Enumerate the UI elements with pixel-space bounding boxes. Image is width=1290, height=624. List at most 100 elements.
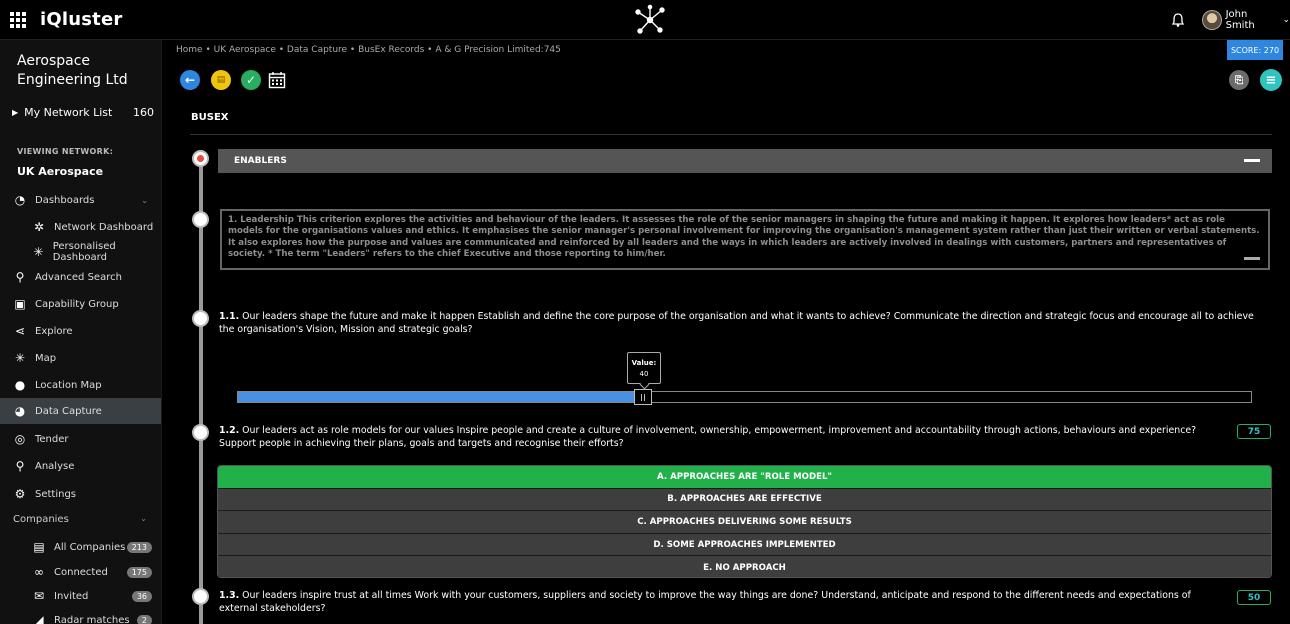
timeline-node (192, 310, 209, 327)
save-icon: ▤ (216, 75, 226, 85)
sidebar: Aerospace Engineering Ltd ▶ My Network L… (0, 40, 162, 624)
my-network-label: My Network List (24, 105, 113, 119)
sidebar-item-label: Data Capture (35, 405, 102, 417)
option-b[interactable]: B. APPROACHES ARE EFFECTIVE (218, 488, 1271, 512)
score-slider[interactable] (237, 389, 1252, 405)
map-icon: ✳ (14, 351, 26, 365)
question-score[interactable]: 50 (1237, 590, 1271, 605)
sidebar-item-tender[interactable]: ◎ Tender (0, 426, 161, 452)
sidebar-item-radar-matches[interactable]: ◢ Radar matches 2 (0, 607, 161, 624)
slider-handle[interactable] (634, 389, 653, 405)
calendar-icon[interactable] (268, 70, 286, 90)
page-title: BUSEX (191, 112, 229, 123)
criterion-text: 1. Leadership This criterion explores th… (228, 215, 1260, 260)
question-text: Our leaders act as role models for our v… (219, 425, 1197, 449)
question-text: Our leaders inspire trust at all times W… (219, 590, 1191, 614)
sidebar-item-label: Personalised Dashboard (52, 241, 116, 263)
save-button[interactable]: ▤ (211, 70, 231, 90)
collapse-icon[interactable] (1244, 159, 1260, 162)
breadcrumb[interactable]: Home • UK Aerospace • Data Capture • Bus… (176, 45, 561, 55)
my-network-count: 160 (133, 105, 154, 119)
sidebar-item-label: Map (35, 352, 57, 364)
companies-section-header[interactable]: Companies ⌄ (13, 514, 153, 525)
sidebar-item-label: Analyse (35, 460, 75, 472)
sidebar-item-all-companies[interactable]: ▤ All Companies 213 (0, 534, 161, 560)
question-number: 1.3. (219, 590, 240, 601)
sidebar-item-dashboards[interactable]: ◔ Dashboards ⌄ (0, 187, 161, 213)
sidebar-item-label: Capability Group (35, 298, 119, 310)
apps-grid-icon[interactable] (10, 12, 26, 28)
chevron-down-icon: ⌄ (140, 514, 147, 523)
sidebar-item-personalised-dashboard[interactable]: ✳ Personalised Dashboard (0, 239, 161, 265)
check-icon: ✓ (245, 73, 257, 87)
user-name: John Smith (1225, 9, 1255, 31)
timeline-node (192, 588, 209, 605)
criterion-description: 1. Leadership This criterion explores th… (220, 209, 1270, 270)
network-logo-icon (635, 4, 665, 34)
sidebar-item-label: Invited (54, 590, 89, 602)
section-header-enablers[interactable]: ENABLERS (218, 149, 1272, 173)
timeline-node (192, 211, 209, 228)
link-icon: ∞ (34, 565, 44, 579)
my-network-list[interactable]: ▶ My Network List 160 (12, 104, 154, 120)
location-pin-icon: ● (14, 378, 26, 392)
question-1-3: 1.3. Our leaders inspire trust at all ti… (219, 589, 1231, 615)
sidebar-item-label: Explore (35, 325, 73, 337)
organisation-name: Aerospace Engineering Ltd (17, 53, 128, 88)
timeline-node (192, 424, 209, 441)
capability-group-icon: ▣ (14, 297, 26, 311)
sidebar-item-map[interactable]: ✳ Map (0, 345, 161, 371)
gauge-icon: ◔ (14, 193, 26, 207)
export-button[interactable]: ⎘ (1229, 70, 1249, 90)
sidebar-item-label: Dashboards (35, 194, 95, 206)
count-badge: 36 (131, 590, 152, 602)
question-number: 1.2. (219, 425, 240, 436)
sidebar-item-explore[interactable]: ⋖ Explore (0, 318, 161, 344)
companies-icon: ▤ (33, 540, 45, 554)
sidebar-item-label: Advanced Search (35, 271, 122, 283)
sidebar-item-invited[interactable]: ✉ Invited 36 (0, 583, 161, 609)
sidebar-item-label: Location Map (35, 379, 102, 391)
companies-label: Companies (13, 514, 69, 525)
hamburger-icon: ≡ (1265, 72, 1277, 88)
personalised-dashboard-icon: ✳ (33, 245, 44, 259)
option-c[interactable]: C. APPROACHES DELIVERING SOME RESULTS (218, 511, 1271, 534)
analyse-icon: ⚲ (15, 459, 25, 473)
avatar (1202, 10, 1222, 30)
question-number: 1.1. (219, 311, 240, 322)
timeline-node-active (192, 150, 209, 167)
sidebar-item-settings[interactable]: ⚙ Settings (0, 481, 161, 507)
tooltip-label: Value: (631, 359, 657, 367)
sidebar-item-location-map[interactable]: ● Location Map (0, 372, 161, 398)
back-button[interactable]: ← (180, 70, 200, 90)
menu-button[interactable]: ≡ (1260, 69, 1282, 91)
sidebar-item-data-capture[interactable]: ◕ Data Capture (0, 398, 161, 424)
collapse-icon[interactable] (1244, 257, 1260, 260)
data-capture-icon: ◕ (14, 404, 26, 418)
option-e[interactable]: E. NO APPROACH (218, 556, 1271, 577)
sidebar-item-network-dashboard[interactable]: ✲ Network Dashboard (0, 214, 161, 240)
search-icon: ⚲ (15, 270, 25, 284)
sidebar-item-label: Tender (35, 433, 69, 445)
count-badge: 175 (126, 566, 152, 578)
slider-fill (238, 392, 644, 402)
option-d[interactable]: D. SOME APPROACHES IMPLEMENTED (218, 533, 1271, 557)
sidebar-item-analyse[interactable]: ⚲ Analyse (0, 453, 161, 479)
sidebar-item-capability-group[interactable]: ▣ Capability Group (0, 291, 161, 317)
bell-icon[interactable] (1170, 12, 1186, 28)
chevron-down-icon: ⌄ (141, 195, 148, 205)
divider (190, 134, 1272, 135)
count-badge: 213 (126, 541, 152, 553)
option-a[interactable]: A. APPROACHES ARE "ROLE MODEL" (218, 466, 1271, 489)
score-badge[interactable]: SCORE: 270 (1227, 40, 1283, 60)
submit-button[interactable]: ✓ (241, 70, 261, 90)
sidebar-item-connected[interactable]: ∞ Connected 175 (0, 559, 161, 585)
sidebar-item-label: All Companies (54, 541, 126, 553)
user-menu[interactable]: John Smith ⌄ (1202, 9, 1290, 31)
app-brand[interactable]: iQluster (40, 9, 122, 30)
sidebar-item-advanced-search[interactable]: ⚲ Advanced Search (0, 264, 161, 290)
sidebar-item-label: Radar matches (54, 614, 130, 624)
question-score[interactable]: 75 (1237, 424, 1271, 439)
share-icon: ⋖ (14, 324, 26, 338)
sidebar-item-label: Connected (54, 566, 108, 578)
